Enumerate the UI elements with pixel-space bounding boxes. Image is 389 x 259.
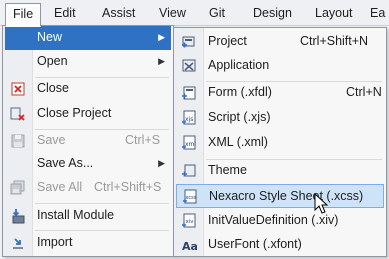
menu-item-import-label: Import xyxy=(37,235,73,249)
new-init-value-icon: xiv xyxy=(181,213,197,229)
save-all-icon xyxy=(10,180,26,196)
svg-text:xcss: xcss xyxy=(186,195,197,201)
menu-item-close-project[interactable]: Close Project xyxy=(5,102,171,126)
menu-item-user-font[interactable]: Aa UserFont (.xfont) xyxy=(176,233,384,257)
menu-item-install-module-label: Install Module xyxy=(37,208,115,222)
menu-file[interactable]: File xyxy=(5,3,42,27)
close-project-icon xyxy=(10,106,26,122)
menu-assist[interactable]: Assist xyxy=(95,3,142,24)
menu-item-style-sheet[interactable]: xcss Nexacro Style Sheet (.xcss) xyxy=(176,184,384,208)
menu-item-close[interactable]: Close xyxy=(5,77,171,101)
menu-item-project[interactable]: Project Ctrl+Shift+N xyxy=(176,30,384,54)
menu-item-script[interactable]: xjs Script (.xjs) xyxy=(176,106,384,130)
svg-text:Aa: Aa xyxy=(182,240,197,253)
menu-item-open-label: Open xyxy=(37,54,68,68)
menu-item-save-shortcut: Ctrl+S xyxy=(125,133,161,147)
import-icon xyxy=(10,235,26,251)
menu-item-form[interactable]: Form (.xfdl) Ctrl+N xyxy=(176,81,384,105)
new-script-icon: xjs xyxy=(181,110,197,126)
menu-item-theme-label: Theme xyxy=(208,163,247,177)
submenu-arrow-icon: ▶ xyxy=(158,32,165,42)
menu-git[interactable]: Git xyxy=(202,3,232,24)
new-user-font-icon: Aa xyxy=(181,237,198,253)
ide-window: File Edit Assist View Git Design Layout … xyxy=(0,0,389,259)
new-project-icon xyxy=(181,34,197,50)
new-style-sheet-icon: xcss xyxy=(182,189,198,205)
mouse-cursor-icon xyxy=(314,192,330,215)
menu-layout[interactable]: Layout xyxy=(308,3,360,24)
install-module-icon xyxy=(10,208,26,224)
menu-item-save-all-shortcut: Ctrl+Shift+S xyxy=(94,180,162,194)
menu-item-form-shortcut: Ctrl+N xyxy=(346,85,382,99)
menu-extra[interactable]: Ea xyxy=(363,3,389,24)
menu-item-application[interactable]: Application xyxy=(176,54,384,78)
menu-item-save-as[interactable]: Save As... ▶ xyxy=(5,152,171,176)
svg-text:xjs: xjs xyxy=(185,116,193,123)
menu-item-script-label: Script (.xjs) xyxy=(208,110,271,124)
menu-item-close-label: Close xyxy=(37,81,69,95)
menu-item-save[interactable]: Save Ctrl+S xyxy=(5,129,171,153)
menu-item-xml-label: XML (.xml) xyxy=(208,135,268,149)
menu-design[interactable]: Design xyxy=(246,3,299,24)
new-submenu: Project Ctrl+Shift+N Application Form (.… xyxy=(173,27,387,257)
menu-item-form-label: Form (.xfdl) xyxy=(208,85,272,99)
menu-item-import[interactable]: Import xyxy=(5,231,171,255)
new-theme-icon xyxy=(181,163,197,179)
new-xml-icon: xml xyxy=(181,135,197,151)
new-form-icon xyxy=(181,85,197,101)
menu-item-user-font-label: UserFont (.xfont) xyxy=(208,237,302,251)
menu-item-project-label: Project xyxy=(208,34,247,48)
menu-item-save-label: Save xyxy=(37,133,66,147)
close-icon xyxy=(10,81,26,97)
save-icon xyxy=(10,133,26,149)
menu-item-project-shortcut: Ctrl+Shift+N xyxy=(300,34,369,48)
menu-item-theme[interactable]: Theme xyxy=(176,159,384,183)
menu-edit[interactable]: Edit xyxy=(47,3,83,24)
menu-item-save-all[interactable]: Save All Ctrl+Shift+S xyxy=(5,176,171,200)
svg-text:xml: xml xyxy=(185,141,196,148)
menu-item-close-project-label: Close Project xyxy=(37,106,112,120)
menu-item-new[interactable]: New ▶ xyxy=(5,26,171,50)
menu-item-init-value[interactable]: xiv InitValueDefinition (.xiv) xyxy=(176,209,384,233)
menu-item-save-as-label: Save As... xyxy=(37,156,94,170)
menu-bar: File Edit Assist View Git Design Layout … xyxy=(0,0,389,27)
file-menu: New ▶ Open ▶ Close Close Project Save Ct… xyxy=(2,25,174,257)
submenu-arrow-icon: ▶ xyxy=(158,56,165,66)
menu-item-style-sheet-label: Nexacro Style Sheet (.xcss) xyxy=(209,189,364,203)
menu-item-install-module[interactable]: Install Module xyxy=(5,204,171,228)
menu-item-save-all-label: Save All xyxy=(37,180,83,194)
menu-item-xml[interactable]: xml XML (.xml) xyxy=(176,131,384,155)
svg-text:xiv: xiv xyxy=(186,219,195,225)
submenu-arrow-icon: ▶ xyxy=(158,158,165,168)
new-application-icon xyxy=(181,58,197,74)
menu-item-open[interactable]: Open ▶ xyxy=(5,50,171,74)
menu-item-new-label: New xyxy=(37,30,63,44)
menu-item-application-label: Application xyxy=(208,58,270,72)
menu-view[interactable]: View xyxy=(152,3,193,24)
